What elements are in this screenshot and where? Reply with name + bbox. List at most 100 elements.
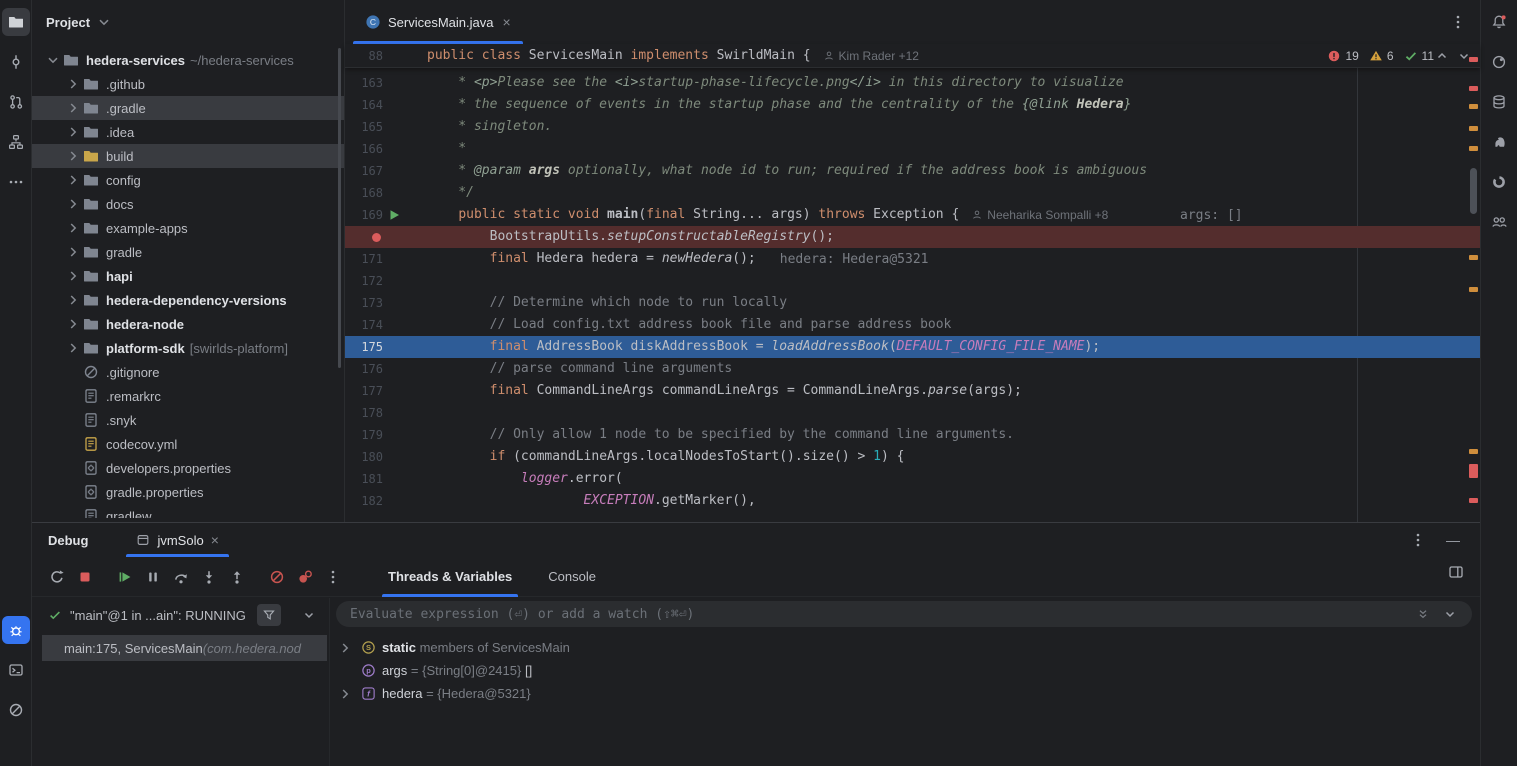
code-line-171[interactable]: 171 final Hedera hedera = newHedera();he… xyxy=(345,248,1480,270)
tree-item-codecov-yml[interactable]: codecov.yml xyxy=(32,432,344,456)
view-breakpoints-button[interactable] xyxy=(292,564,318,590)
tree-item-developers-properties[interactable]: developers.properties xyxy=(32,456,344,480)
tree-item-platform-sdk[interactable]: platform-sdk[swirlds-platform] xyxy=(32,336,344,360)
navigate-up-icon[interactable] xyxy=(1434,48,1450,64)
line-number[interactable]: 176 xyxy=(345,358,383,380)
chevron-down-icon[interactable] xyxy=(44,52,62,68)
line-number[interactable]: 179 xyxy=(345,424,383,446)
code-line-174[interactable]: 174 // Load config.txt address book file… xyxy=(345,314,1480,336)
chevron-right-icon[interactable] xyxy=(64,172,82,188)
stripe-mark[interactable] xyxy=(1469,287,1478,292)
chevron-right-icon[interactable] xyxy=(64,148,82,164)
code-line-88[interactable]: 88public class ServicesMain implements S… xyxy=(345,45,919,67)
code-line-176[interactable]: 176 // parse command line arguments xyxy=(345,358,1480,380)
line-number[interactable]: 175 xyxy=(345,336,383,358)
tab-console[interactable]: Console xyxy=(542,557,602,597)
filter-button[interactable] xyxy=(257,604,281,626)
tree-item-gradlew[interactable]: gradlew xyxy=(32,504,344,518)
step-out-button[interactable] xyxy=(224,564,250,590)
chevron-right-icon[interactable] xyxy=(64,268,82,284)
step-into-button[interactable] xyxy=(196,564,222,590)
stripe-mark[interactable] xyxy=(1469,57,1478,62)
inspections-widget[interactable]: 19611 xyxy=(1327,44,1434,68)
step-over-button[interactable] xyxy=(168,564,194,590)
errors-badge[interactable]: 19 xyxy=(1327,49,1358,63)
code-line-177[interactable]: 177 final CommandLineArgs commandLineArg… xyxy=(345,380,1480,402)
line-number[interactable]: 177 xyxy=(345,380,383,402)
chevron-right-icon[interactable] xyxy=(64,196,82,212)
stripe-mark[interactable] xyxy=(1469,255,1478,260)
tree-item--idea[interactable]: .idea xyxy=(32,120,344,144)
code-line-179[interactable]: 179 // Only allow 1 node to be specified… xyxy=(345,424,1480,446)
chevron-right-icon[interactable] xyxy=(64,220,82,236)
stripe-mark[interactable] xyxy=(1469,86,1478,91)
chevron-right-icon[interactable] xyxy=(64,76,82,92)
layout-settings-icon[interactable] xyxy=(1448,564,1464,580)
chevron-right-icon[interactable] xyxy=(64,124,82,140)
chevron-right-icon[interactable] xyxy=(64,316,82,332)
hide-panel-icon[interactable]: — xyxy=(1446,532,1460,548)
project-tool-button[interactable] xyxy=(2,8,30,36)
tree-item--gradle[interactable]: .gradle xyxy=(32,96,344,120)
tree-item-build[interactable]: build xyxy=(32,144,344,168)
error-stripe[interactable] xyxy=(1466,44,1480,522)
line-number[interactable]: 174 xyxy=(345,314,383,336)
code-with-me-button[interactable] xyxy=(1485,208,1513,236)
code-line-163[interactable]: 163 * <p>Please see the <i>startup-phase… xyxy=(345,72,1480,94)
project-panel-title[interactable]: Project xyxy=(46,15,90,30)
variable-row[interactable]: Sstatic members of ServicesMain xyxy=(330,636,1480,659)
stack-frame-item[interactable]: main:175, ServicesMain (com.hedera.nod xyxy=(42,635,327,661)
tree-item-example-apps[interactable]: example-apps xyxy=(32,216,344,240)
code-line-172[interactable]: 172 xyxy=(345,270,1480,292)
variable-row[interactable]: pargs = {String[0]@2415} [] xyxy=(330,659,1480,682)
scrollbar-thumb[interactable] xyxy=(1470,168,1477,214)
code-line-170[interactable]: BootstrapUtils.setupConstructableRegistr… xyxy=(345,226,1480,248)
tree-item--snyk[interactable]: .snyk xyxy=(32,408,344,432)
line-number[interactable]: 173 xyxy=(345,292,383,314)
tree-item--gitignore[interactable]: .gitignore xyxy=(32,360,344,384)
mute-breakpoints-button[interactable] xyxy=(264,564,290,590)
line-number[interactable]: 165 xyxy=(345,116,383,138)
tree-item--github[interactable]: .github xyxy=(32,72,344,96)
ai-assistant-button[interactable] xyxy=(1485,48,1513,76)
line-number[interactable]: 171 xyxy=(345,248,383,270)
pause-button[interactable] xyxy=(140,564,166,590)
chevron-right-icon[interactable] xyxy=(64,100,82,116)
code-line-175[interactable]: 175 final AddressBook diskAddressBook = … xyxy=(345,336,1480,358)
code-line-164[interactable]: 164 * the sequence of events in the star… xyxy=(345,94,1480,116)
line-number[interactable]: 168 xyxy=(345,182,383,204)
close-tab-icon[interactable]: × xyxy=(503,14,511,30)
stripe-mark[interactable] xyxy=(1469,449,1478,454)
debug-session-tab[interactable]: jvmSolo × xyxy=(126,523,228,557)
tree-item-gradle[interactable]: gradle xyxy=(32,240,344,264)
code-line-182[interactable]: 182 EXCEPTION.getMarker(), xyxy=(345,490,1480,512)
code-line-178[interactable]: 178 xyxy=(345,402,1480,424)
code-line-165[interactable]: 165 * singleton. xyxy=(345,116,1480,138)
structure-tool-button[interactable] xyxy=(2,128,30,156)
thread-status-row[interactable]: "main"@1 in ...ain": RUNNING xyxy=(32,598,329,628)
stop-button[interactable] xyxy=(72,564,98,590)
coverage-button[interactable] xyxy=(1485,168,1513,196)
warnings-badge[interactable]: 6 xyxy=(1369,49,1394,63)
gradle-button[interactable] xyxy=(1485,128,1513,156)
more-button[interactable] xyxy=(320,564,346,590)
line-number[interactable]: 178 xyxy=(345,402,383,424)
tree-item-hedera-services[interactable]: hedera-services~/hedera-services xyxy=(32,48,344,72)
close-session-icon[interactable]: × xyxy=(211,532,219,548)
terminal-tool-button[interactable] xyxy=(2,656,30,684)
line-number[interactable]: 180 xyxy=(345,446,383,468)
stripe-mark[interactable] xyxy=(1469,464,1478,478)
more-options-icon[interactable] xyxy=(1450,14,1466,30)
project-scrollbar[interactable] xyxy=(338,48,341,368)
author-annotation[interactable]: Kim Rader +12 xyxy=(823,49,919,63)
notifications-button[interactable] xyxy=(1485,8,1513,36)
chevron-down-icon[interactable] xyxy=(1442,606,1458,622)
tree-item-hedera-dependency-versions[interactable]: hedera-dependency-versions xyxy=(32,288,344,312)
line-number[interactable]: 169 xyxy=(345,204,383,226)
tree-item-docs[interactable]: docs xyxy=(32,192,344,216)
stripe-mark[interactable] xyxy=(1469,146,1478,151)
chevron-right-icon[interactable] xyxy=(336,640,354,656)
more-options-icon[interactable] xyxy=(1410,532,1426,548)
chevron-right-icon[interactable] xyxy=(64,340,82,356)
line-number[interactable]: 181 xyxy=(345,468,383,490)
